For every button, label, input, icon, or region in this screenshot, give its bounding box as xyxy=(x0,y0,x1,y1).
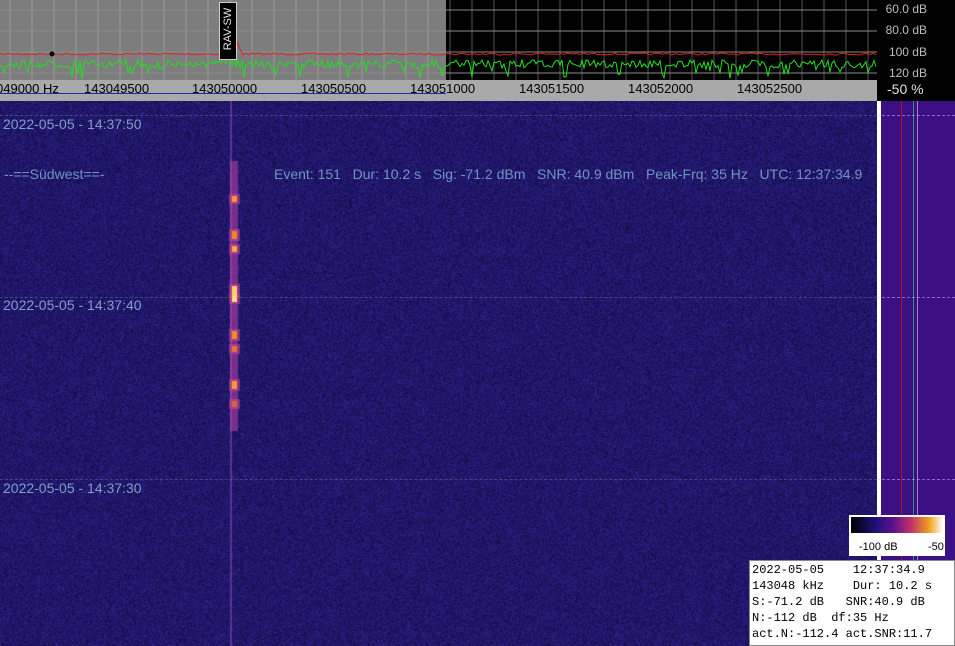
waterfall-display[interactable]: 2022-05-05 - 14:37:50 2022-05-05 - 14:37… xyxy=(0,101,877,646)
freq-tick: 143051500 xyxy=(519,81,585,96)
colorbar-min-label: -100 dB xyxy=(859,541,898,553)
level-history-gridline xyxy=(877,479,955,480)
level-label: -50 % xyxy=(887,81,924,97)
db-label-80: 80.0 dB xyxy=(885,23,927,37)
info-date-utc: 2022-05-05 12:37:34.9 xyxy=(752,563,925,577)
station-marker-label: RAV-SW xyxy=(222,7,234,51)
db-label-100: 100 dB xyxy=(888,45,927,59)
spectrum-plot[interactable]: RAV-SW xyxy=(0,0,877,80)
level-history-gridline xyxy=(877,115,955,116)
station-marker[interactable]: RAV-SW xyxy=(219,2,237,60)
info-noise-df: N:-112 dB df:35 Hz xyxy=(752,611,889,625)
db-label-60: 60.0 dB xyxy=(885,2,927,16)
db-scale: 60.0 dB 80.0 dB 100 dB 120 dB xyxy=(877,0,955,80)
timestamp-label: 2022-05-05 - 14:37:40 xyxy=(3,297,142,313)
waterfall-canvas xyxy=(0,101,877,646)
passband-bar xyxy=(0,93,446,94)
frequency-axis[interactable]: 049000 Hz 143049500 143050000 143050500 … xyxy=(0,80,877,101)
info-freq-duration: 143048 kHz Dur: 10.2 s xyxy=(752,579,933,593)
info-actual-values: act.N:-112.4 act.SNR:11.7 xyxy=(752,627,933,641)
station-name: --==Südwest==- xyxy=(4,166,105,182)
live-spectrum-trace xyxy=(0,52,877,80)
freq-tick: 143052000 xyxy=(628,81,694,96)
freq-tick: 143052500 xyxy=(737,81,803,96)
colorbar-max-label: -50 xyxy=(928,541,944,553)
level-history-gridline xyxy=(877,297,955,298)
timestamp-label: 2022-05-05 - 14:37:50 xyxy=(3,116,142,132)
colorbar-gradient xyxy=(851,517,943,533)
db-label-120: 120 dB xyxy=(888,66,927,80)
level-indicator[interactable]: -50 % xyxy=(877,80,955,101)
timestamp-label: 2022-05-05 - 14:37:30 xyxy=(3,480,142,496)
event-summary: Event: 151 Dur: 10.2 s Sig: -71.2 dBm SN… xyxy=(274,166,863,182)
spectrum-traces xyxy=(0,0,877,80)
colorbar-legend: -100 dB -50 xyxy=(849,515,945,556)
event-info-box: 2022-05-05 12:37:34.9 143048 kHz Dur: 10… xyxy=(749,560,955,646)
info-signal-snr: S:-71.2 dB SNR:40.9 dB xyxy=(752,595,925,609)
cursor-dot xyxy=(49,51,55,57)
